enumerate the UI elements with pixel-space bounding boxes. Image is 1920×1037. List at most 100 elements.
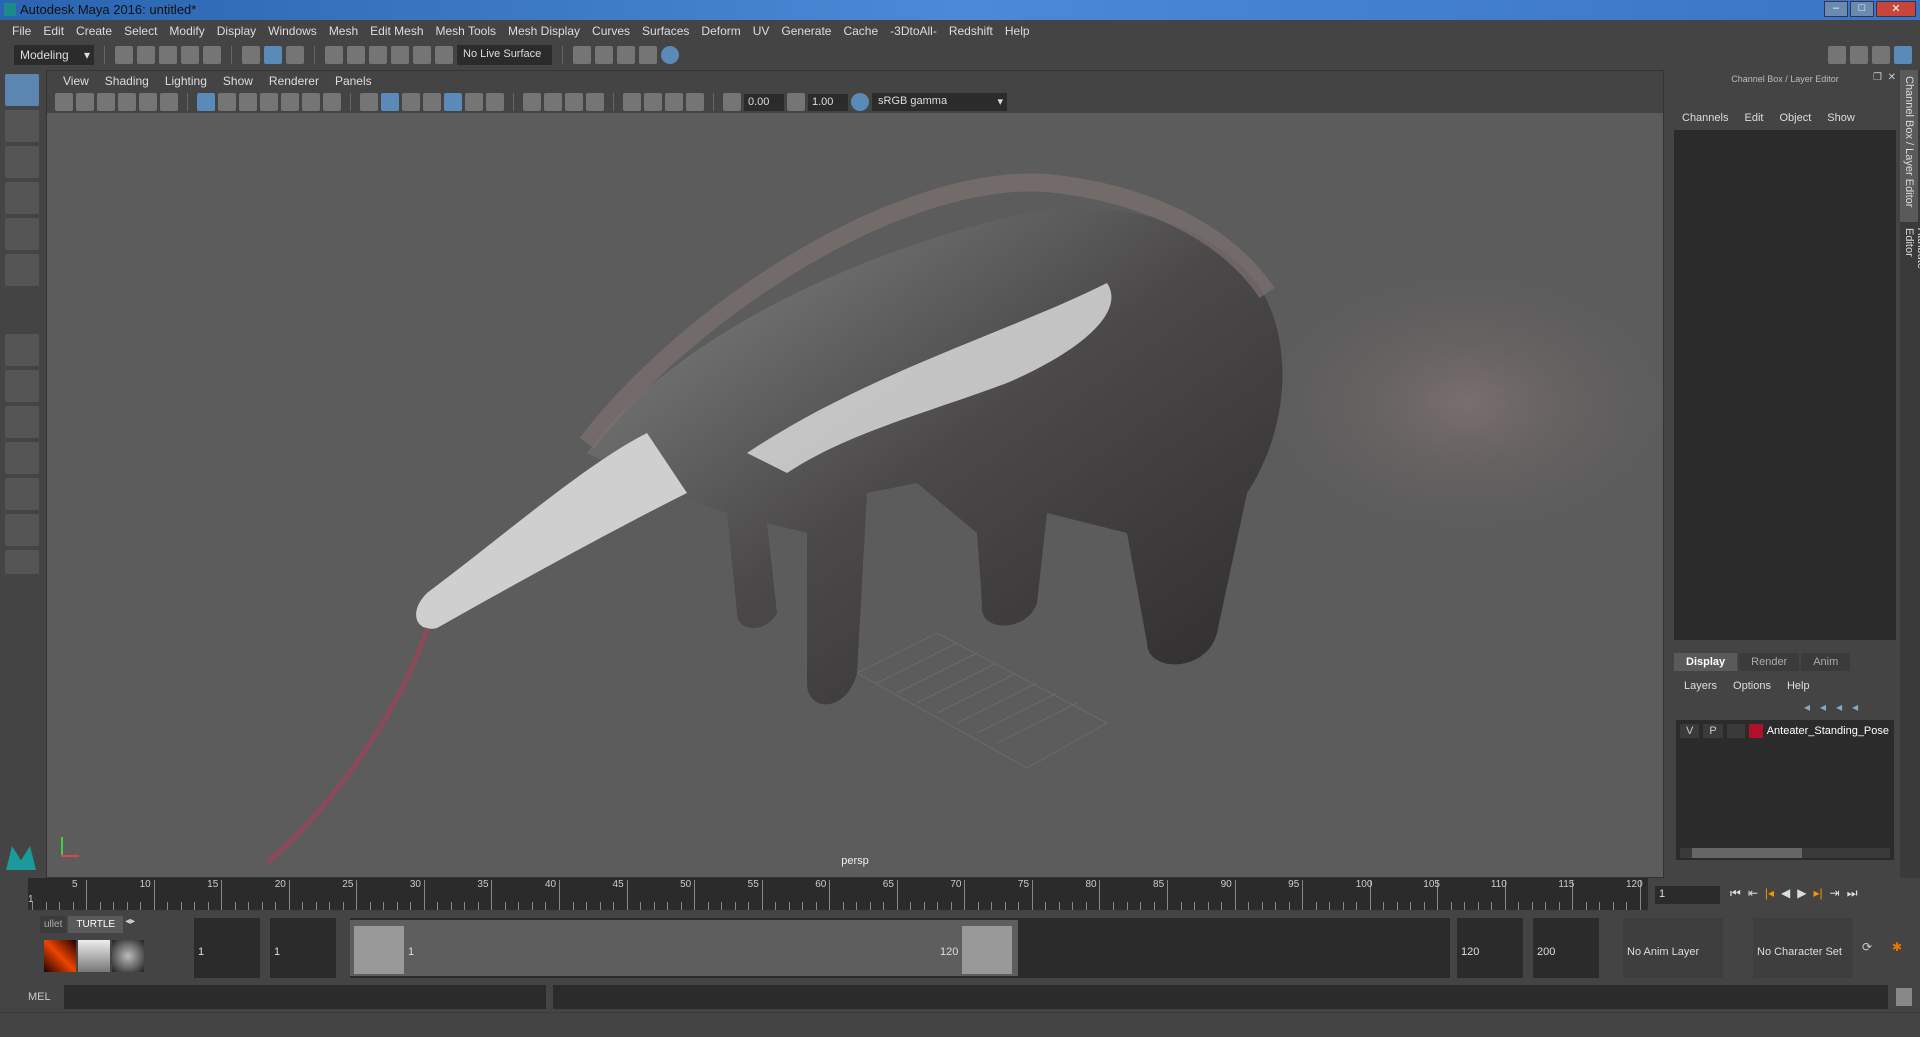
new-layer-icon[interactable]: ◂ [1836, 700, 1842, 714]
outliner-layout-icon[interactable] [5, 514, 39, 546]
channel-box-toggle-icon[interactable] [1894, 46, 1912, 64]
step-back-frame-icon[interactable]: |◂ [1765, 886, 1774, 901]
panel-menu-panels[interactable]: Panels [327, 71, 380, 91]
channel-menu-show[interactable]: Show [1827, 112, 1855, 124]
exposure-icon[interactable] [723, 93, 741, 111]
panel-menu-shading[interactable]: Shading [97, 71, 157, 91]
layer-menu-options[interactable]: Options [1733, 680, 1771, 692]
menu-surfaces[interactable]: Surfaces [636, 20, 695, 42]
layer-visibility-toggle[interactable]: V [1680, 724, 1700, 738]
rotate-tool-icon[interactable] [5, 218, 39, 250]
gamma-icon[interactable] [787, 93, 805, 111]
layer-color-swatch[interactable] [1748, 724, 1763, 738]
shelf-tab-bullet[interactable]: ullet [40, 916, 67, 933]
menu-display[interactable]: Display [211, 20, 262, 42]
turtle-bake-icon[interactable] [78, 940, 110, 972]
anim-layer-dropdown[interactable]: No Anim Layer [1623, 918, 1723, 978]
maximize-button[interactable]: □ [1850, 1, 1874, 17]
gamma-field[interactable]: 1.00 [808, 93, 848, 111]
layer-row[interactable]: V P Anteater_Standing_Pose [1676, 720, 1894, 742]
menu-cache[interactable]: Cache [837, 20, 884, 42]
wireframe-icon[interactable] [360, 93, 378, 111]
go-to-start-icon[interactable]: ⏮ [1730, 886, 1741, 901]
new-layer-selected-icon[interactable]: ◂ [1852, 700, 1858, 714]
render-frame-icon[interactable] [595, 46, 613, 64]
panel-menu-view[interactable]: View [55, 71, 97, 91]
safe-action-icon[interactable] [302, 93, 320, 111]
channel-menu-edit[interactable]: Edit [1744, 112, 1763, 124]
menu-help[interactable]: Help [999, 20, 1036, 42]
attribute-editor-side-tab[interactable]: Attribute Editor [1900, 222, 1920, 302]
channel-menu-channels[interactable]: Channels [1682, 112, 1728, 124]
depth-of-field-icon[interactable] [586, 93, 604, 111]
current-frame-field[interactable]: 1 [1655, 886, 1720, 904]
lights-icon[interactable] [465, 93, 483, 111]
close-panel-icon[interactable]: ✕ [1888, 72, 1896, 83]
move-tool-icon[interactable] [5, 182, 39, 214]
render-view-icon[interactable] [573, 46, 591, 64]
play-backward-icon[interactable]: ◀ [1781, 886, 1790, 901]
render-settings-icon[interactable] [639, 46, 657, 64]
menu-mesh[interactable]: Mesh [323, 20, 364, 42]
float-panel-icon[interactable]: ❐ [1873, 72, 1882, 83]
tab-anim[interactable]: Anim [1801, 653, 1851, 671]
menu-curves[interactable]: Curves [586, 20, 636, 42]
mel-input[interactable] [64, 985, 546, 1009]
menu-uv[interactable]: UV [747, 20, 776, 42]
play-forward-icon[interactable]: ▶ [1797, 886, 1806, 901]
resolution-gate-icon[interactable] [239, 93, 257, 111]
menu-file[interactable]: File [6, 20, 37, 42]
motion-blur-icon[interactable] [544, 93, 562, 111]
hypershade-icon[interactable] [661, 46, 679, 64]
script-editor-icon[interactable] [1896, 988, 1912, 1006]
mel-label[interactable]: MEL [28, 991, 51, 1003]
scale-tool-icon[interactable] [5, 254, 39, 286]
persp-graph-hypergraph-layout-icon[interactable] [5, 478, 39, 510]
film-gate-icon[interactable] [218, 93, 236, 111]
mode-dropdown[interactable]: Modeling ▾ [14, 45, 94, 65]
go-to-end-icon[interactable]: ⏭ [1847, 886, 1858, 901]
snap-surface-icon[interactable] [413, 46, 431, 64]
grid-icon[interactable] [197, 93, 215, 111]
2d-pan-zoom-icon[interactable] [139, 93, 157, 111]
start-time-field[interactable]: 1 [194, 918, 260, 978]
shelf-tab-turtle[interactable]: TURTLE [68, 916, 124, 933]
grease-pencil-icon[interactable] [160, 93, 178, 111]
close-button[interactable]: ✕ [1876, 1, 1916, 17]
select-tool-icon[interactable] [5, 74, 39, 106]
animation-preferences-icon[interactable]: ✱ [1892, 940, 1902, 954]
menu-3dtoall[interactable]: -3DtoAll- [884, 20, 943, 42]
four-view-layout-icon[interactable] [5, 370, 39, 402]
save-scene-icon[interactable] [159, 46, 177, 64]
select-component-icon[interactable] [286, 46, 304, 64]
layer-menu-layers[interactable]: Layers [1684, 680, 1717, 692]
layer-menu-help[interactable]: Help [1787, 680, 1810, 692]
playback-start-field[interactable]: 1 [270, 918, 336, 978]
open-scene-icon[interactable] [137, 46, 155, 64]
xray-active-icon[interactable] [665, 93, 683, 111]
default-material-icon[interactable] [402, 93, 420, 111]
tab-display[interactable]: Display [1674, 653, 1738, 671]
persp-graph-layout-icon[interactable] [5, 442, 39, 474]
isolate-select-icon[interactable] [623, 93, 641, 111]
menu-deform[interactable]: Deform [695, 20, 746, 42]
menu-mesh-display[interactable]: Mesh Display [502, 20, 586, 42]
menu-windows[interactable]: Windows [262, 20, 323, 42]
menu-edit[interactable]: Edit [37, 20, 70, 42]
exposure-field[interactable]: 0.00 [744, 93, 784, 111]
snap-live-icon[interactable] [435, 46, 453, 64]
single-perspective-layout-icon[interactable] [5, 334, 39, 366]
image-plane-icon[interactable] [118, 93, 136, 111]
move-layer-up-icon[interactable]: ◂ [1804, 700, 1810, 714]
range-bar[interactable] [350, 920, 1018, 976]
smooth-shade-icon[interactable] [381, 93, 399, 111]
menu-modify[interactable]: Modify [163, 20, 210, 42]
more-layouts-icon[interactable] [5, 550, 39, 574]
menu-edit-mesh[interactable]: Edit Mesh [364, 20, 429, 42]
layer-playback-toggle[interactable]: P [1703, 724, 1723, 738]
step-back-key-icon[interactable]: ⇤ [1748, 886, 1758, 901]
camera-select-icon[interactable] [55, 93, 73, 111]
menu-mesh-tools[interactable]: Mesh Tools [430, 20, 502, 42]
panel-menu-renderer[interactable]: Renderer [261, 71, 327, 91]
select-object-icon[interactable] [264, 46, 282, 64]
